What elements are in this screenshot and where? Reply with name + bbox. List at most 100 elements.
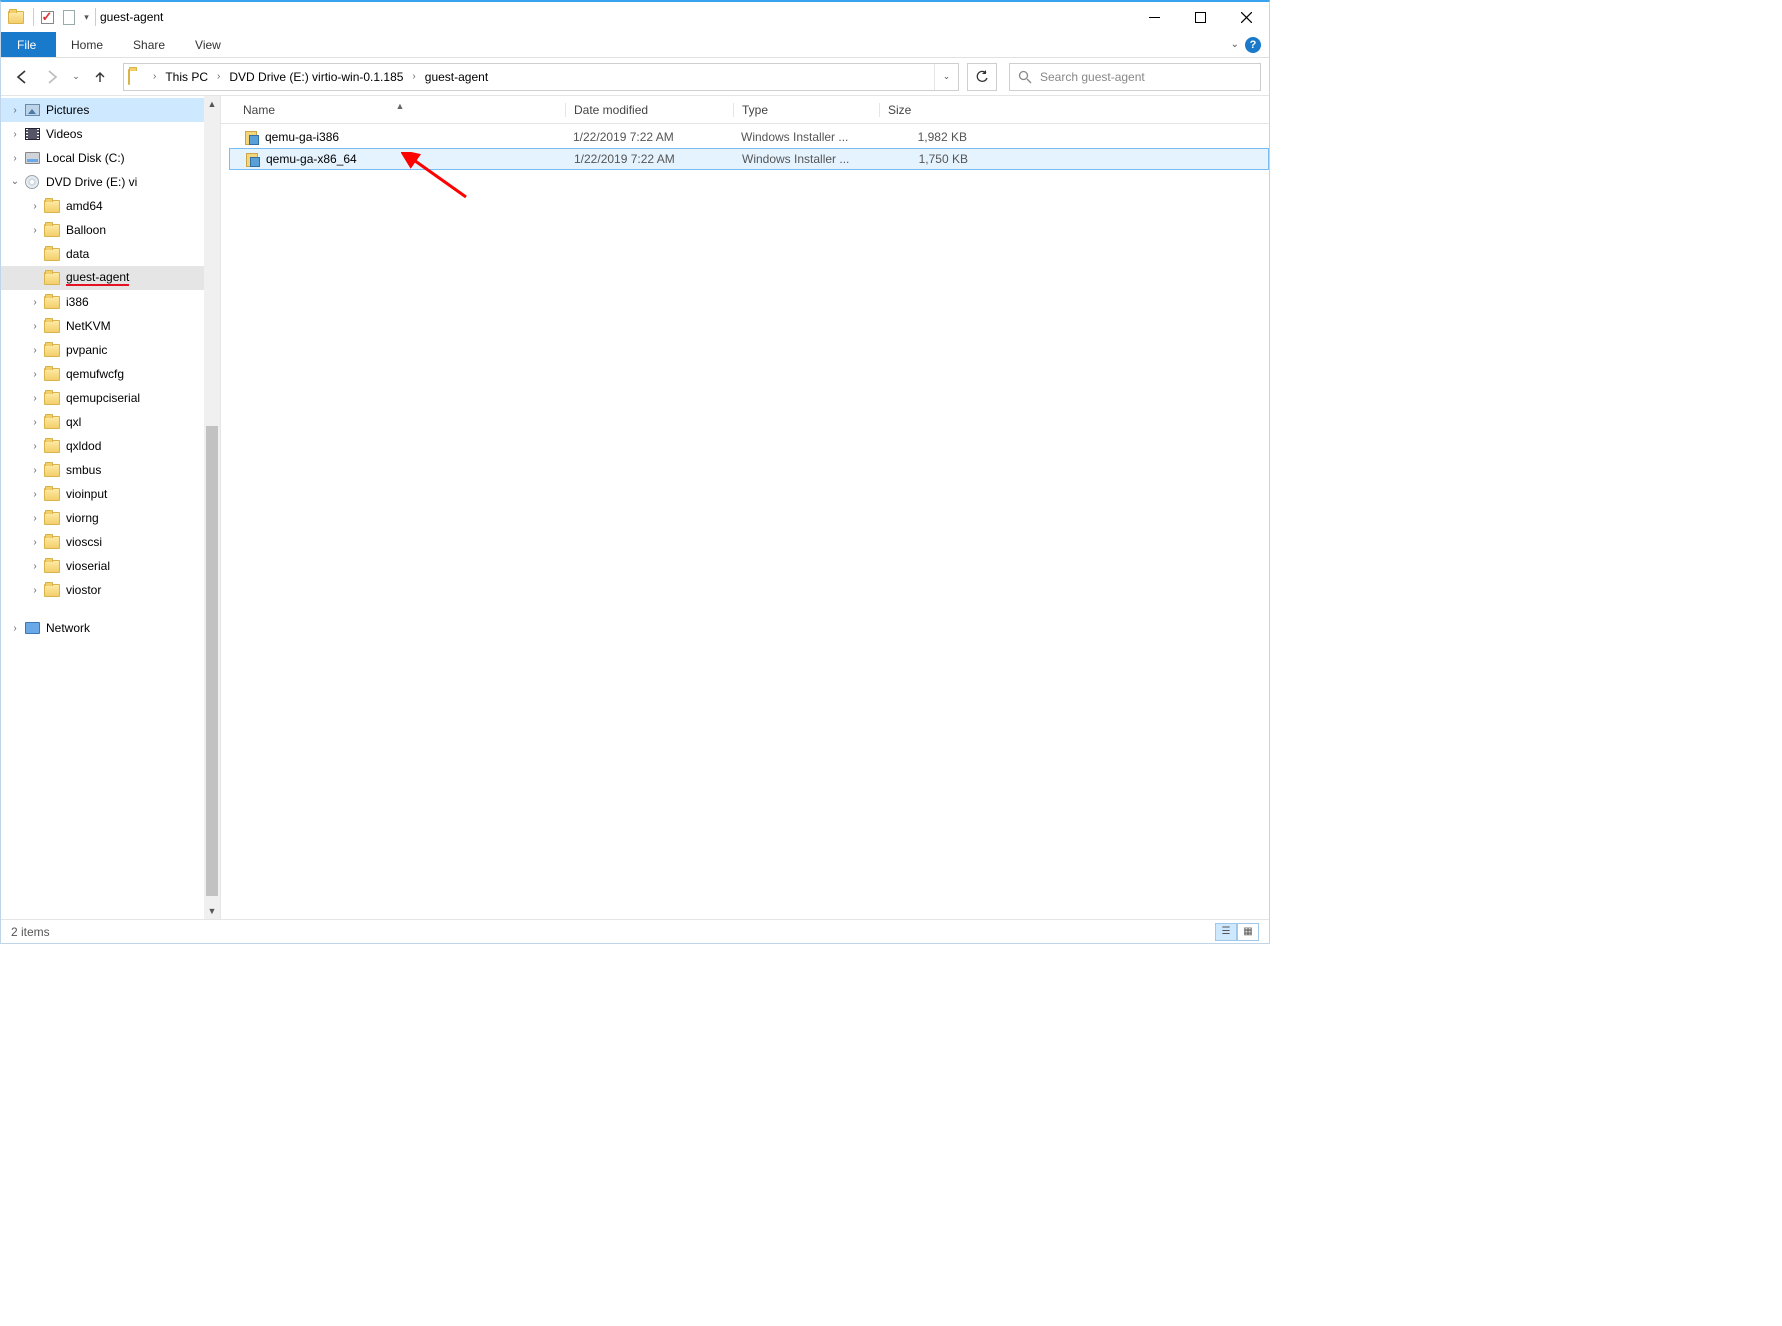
chevron-right-icon[interactable]: › xyxy=(150,71,159,82)
tree-item-vioserial[interactable]: ›vioserial xyxy=(1,554,220,578)
dvd-icon xyxy=(24,174,40,190)
crumb-this-pc[interactable]: This PC xyxy=(161,70,212,84)
qat-properties-icon[interactable] xyxy=(38,8,56,26)
tree-item-pictures[interactable]: ›Pictures xyxy=(1,98,220,122)
tree-item-dvd-drive-e-vi[interactable]: ⌄DVD Drive (E:) vi xyxy=(1,170,220,194)
expand-icon[interactable]: › xyxy=(29,561,41,572)
expand-icon[interactable]: › xyxy=(29,537,41,548)
tree-item-qxldod[interactable]: ›qxldod xyxy=(1,434,220,458)
expand-icon[interactable]: › xyxy=(9,623,21,634)
tree-item-guest-agent[interactable]: guest-agent xyxy=(1,266,220,290)
expand-icon[interactable]: ⌄ xyxy=(9,176,21,187)
tree-item-data[interactable]: data xyxy=(1,242,220,266)
search-icon xyxy=(1018,70,1032,84)
chevron-right-icon[interactable]: › xyxy=(409,71,418,82)
chevron-right-icon[interactable]: › xyxy=(214,71,223,82)
tree-item-local-disk-c-[interactable]: ›Local Disk (C:) xyxy=(1,146,220,170)
tree-item-qemupciserial[interactable]: › qemupciserial xyxy=(1,386,220,410)
picture-icon xyxy=(24,102,40,118)
tree-scrollbar[interactable]: ▲ ▼ xyxy=(204,96,220,919)
ribbon-collapse-icon[interactable]: ⌄ xyxy=(1231,39,1239,50)
expand-icon[interactable]: › xyxy=(9,129,21,140)
tree-item-network[interactable]: › Network xyxy=(1,616,220,640)
tree-item-qemufwcfg[interactable]: › qemufwcfg xyxy=(1,362,220,386)
tree-item-amd64[interactable]: ›amd64 xyxy=(1,194,220,218)
close-button[interactable] xyxy=(1223,3,1269,32)
separator xyxy=(95,8,96,26)
file-list: Name▲ Date modified Type Size qemu-ga-i3… xyxy=(221,96,1269,919)
scroll-up-icon[interactable]: ▲ xyxy=(204,96,220,112)
column-type[interactable]: Type xyxy=(733,103,879,117)
tree-item-vioinput[interactable]: ›vioinput xyxy=(1,482,220,506)
expand-icon[interactable]: › xyxy=(9,105,21,116)
tab-home[interactable]: Home xyxy=(56,32,118,57)
back-button[interactable] xyxy=(9,63,35,91)
tree-item-label: guest-agent xyxy=(66,270,129,286)
expand-icon[interactable]: › xyxy=(29,201,41,212)
expand-icon[interactable]: › xyxy=(29,321,41,332)
recent-locations-button[interactable]: ⌄ xyxy=(69,63,83,91)
refresh-button[interactable] xyxy=(967,63,997,91)
column-date[interactable]: Date modified xyxy=(565,103,733,117)
tree-item-viostor[interactable]: › viostor xyxy=(1,578,220,602)
installer-icon xyxy=(244,151,260,167)
address-folder-icon xyxy=(128,70,148,84)
tree-item-smbus[interactable]: ›smbus xyxy=(1,458,220,482)
tab-view[interactable]: View xyxy=(180,32,236,57)
tab-share[interactable]: Share xyxy=(118,32,180,57)
search-input[interactable]: Search guest-agent xyxy=(1009,63,1261,91)
tree-item-label: qemupciserial xyxy=(66,391,140,405)
expand-icon[interactable]: › xyxy=(29,513,41,524)
address-bar[interactable]: › This PC › DVD Drive (E:) virtio-win-0.… xyxy=(123,63,959,91)
expand-icon[interactable]: › xyxy=(29,585,41,596)
help-icon[interactable]: ? xyxy=(1245,37,1261,53)
separator xyxy=(33,8,34,26)
tree-item-pvpanic[interactable]: ›pvpanic xyxy=(1,338,220,362)
tree-item-label: Balloon xyxy=(66,223,106,237)
tree-item-i386[interactable]: ›i386 xyxy=(1,290,220,314)
address-dropdown-button[interactable]: ⌄ xyxy=(934,64,958,90)
qat-newfolder-icon[interactable] xyxy=(60,8,78,26)
expand-icon[interactable]: › xyxy=(29,465,41,476)
scroll-thumb[interactable] xyxy=(206,426,218,896)
forward-button[interactable] xyxy=(39,63,65,91)
file-name: qemu-ga-i386 xyxy=(265,130,339,144)
tree-item-qxl[interactable]: ›qxl xyxy=(1,410,220,434)
crumb-guest-agent[interactable]: guest-agent xyxy=(421,70,492,84)
minimize-button[interactable] xyxy=(1131,3,1177,32)
scroll-down-icon[interactable]: ▼ xyxy=(204,903,220,919)
column-size[interactable]: Size xyxy=(879,103,975,117)
file-size: 1,982 KB xyxy=(879,130,975,144)
expand-icon[interactable]: › xyxy=(29,345,41,356)
expand-icon[interactable]: › xyxy=(9,153,21,164)
qat-dropdown-icon[interactable]: ▾ xyxy=(82,12,91,23)
tree-item-netkvm[interactable]: ›NetKVM xyxy=(1,314,220,338)
expand-icon[interactable]: › xyxy=(29,369,41,380)
column-name[interactable]: Name▲ xyxy=(235,103,565,117)
crumb-dvd-drive[interactable]: DVD Drive (E:) virtio-win-0.1.185 xyxy=(225,70,407,84)
expand-icon[interactable]: › xyxy=(29,441,41,452)
details-view-button[interactable]: ☰ xyxy=(1215,923,1237,941)
tree-item-balloon[interactable]: › Balloon xyxy=(1,218,220,242)
tree-item-viorng[interactable]: ›viorng xyxy=(1,506,220,530)
file-row[interactable]: qemu-ga-x86_641/22/2019 7:22 AMWindows I… xyxy=(229,148,1269,170)
network-icon xyxy=(24,620,40,636)
expand-icon[interactable]: › xyxy=(29,297,41,308)
tree-item-label: viostor xyxy=(66,583,101,597)
up-button[interactable] xyxy=(87,63,113,91)
file-row[interactable]: qemu-ga-i3861/22/2019 7:22 AMWindows Ins… xyxy=(229,126,1269,148)
status-bar: 2 items ☰ ▦ xyxy=(1,919,1269,943)
file-date: 1/22/2019 7:22 AM xyxy=(566,152,734,166)
expand-icon[interactable]: › xyxy=(29,393,41,404)
file-tab[interactable]: File xyxy=(1,32,56,57)
tree-item-videos[interactable]: ›Videos xyxy=(1,122,220,146)
expand-icon[interactable]: › xyxy=(29,489,41,500)
expand-icon[interactable]: › xyxy=(29,417,41,428)
icons-view-button[interactable]: ▦ xyxy=(1237,923,1259,941)
folder-icon xyxy=(44,318,60,334)
tree-item-vioscsi[interactable]: ›vioscsi xyxy=(1,530,220,554)
maximize-button[interactable] xyxy=(1177,3,1223,32)
tree-item-label: Network xyxy=(46,621,90,635)
tree-item-label: qemufwcfg xyxy=(66,367,124,381)
expand-icon[interactable]: › xyxy=(29,225,41,236)
